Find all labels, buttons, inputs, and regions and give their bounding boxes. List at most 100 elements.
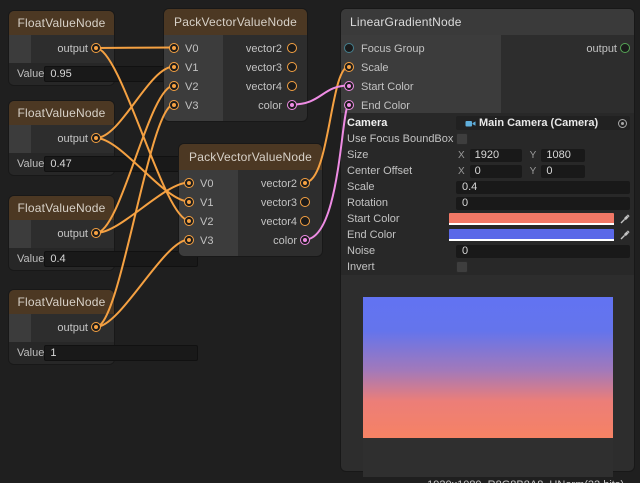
end-color-swatch[interactable] [449, 229, 614, 241]
gradient-end-color-port[interactable] [344, 100, 354, 110]
node-title[interactable]: PackVectorValueNode [179, 144, 322, 170]
linear-gradient-node[interactable]: LinearGradientNode Focus Group Scale Sta… [340, 8, 635, 472]
alpha-bar [449, 223, 614, 225]
camera-object-field[interactable]: Main Camera (Camera) [456, 116, 630, 130]
x-axis-label: X [458, 150, 465, 161]
scale-row: Scale [347, 179, 630, 195]
node-title[interactable]: PackVectorValueNode [164, 9, 307, 35]
gradient-focus-group-port[interactable] [344, 43, 354, 53]
output-port-label: color [273, 235, 297, 247]
node-input-panel [9, 314, 31, 342]
use-focus-boundbox-row: Use Focus BoundBox [347, 131, 630, 147]
scale-label: Scale [347, 181, 456, 193]
start-color-row: Start Color [347, 211, 630, 227]
invert-checkbox[interactable] [456, 261, 468, 273]
output-port-label: output [57, 43, 88, 55]
end-color-row: End Color [347, 227, 630, 243]
input-port-label: V1 [200, 197, 213, 209]
x-axis-label: X [458, 166, 465, 177]
value-input[interactable] [44, 156, 198, 172]
start-color-label: Start Color [347, 213, 449, 225]
rotation-label: Rotation [347, 197, 456, 209]
input-port-label: V2 [200, 216, 213, 228]
gradient-preview-image [363, 297, 613, 438]
node-title[interactable]: FloatValueNode [9, 101, 114, 125]
packB-vector2-port[interactable] [300, 178, 310, 188]
noise-label: Noise [347, 245, 456, 257]
packA-vector4-port[interactable] [287, 81, 297, 91]
gradient-start-color-port[interactable] [344, 81, 354, 91]
output-port-label: output [57, 322, 88, 334]
center-offset-label: Center Offset [347, 165, 456, 177]
output-port-label: output [586, 43, 617, 55]
eyedropper-icon[interactable] [620, 214, 630, 224]
value-input[interactable] [44, 345, 198, 361]
object-picker-icon[interactable] [618, 119, 627, 128]
end-color-label: End Color [347, 229, 449, 241]
float1-output-port[interactable] [91, 43, 101, 53]
node-title[interactable]: FloatValueNode [9, 290, 114, 314]
camera-icon [465, 119, 476, 128]
node-title[interactable]: FloatValueNode [9, 196, 114, 220]
noise-row: Noise [347, 243, 630, 259]
y-axis-label: Y [530, 166, 537, 177]
value-label: Value [9, 347, 44, 359]
eyedropper-icon[interactable] [620, 230, 630, 240]
output-port-label: vector3 [261, 197, 297, 209]
node-inspector: Camera Main Camera (Camera) Use Focus Bo… [341, 113, 634, 275]
packA-color-port[interactable] [287, 100, 297, 110]
packB-v0-port[interactable] [184, 178, 194, 188]
input-port-label: V0 [200, 178, 213, 190]
size-y-input[interactable] [541, 149, 585, 162]
value-label: Value [9, 68, 44, 80]
input-port-label: V3 [185, 100, 198, 112]
packA-v0-port[interactable] [169, 43, 179, 53]
input-port-label: V0 [185, 43, 198, 55]
packA-v2-port[interactable] [169, 81, 179, 91]
packA-v3-port[interactable] [169, 100, 179, 110]
packB-v1-port[interactable] [184, 197, 194, 207]
output-port-label: output [57, 133, 88, 145]
packB-vector4-port[interactable] [300, 216, 310, 226]
rotation-row: Rotation [347, 195, 630, 211]
node-title[interactable]: FloatValueNode [9, 11, 114, 35]
camera-label: Camera [347, 117, 456, 129]
node-input-panel [9, 35, 31, 63]
invert-row: Invert [347, 259, 630, 275]
size-row: Size X Y [347, 147, 630, 163]
packA-vector3-port[interactable] [287, 62, 297, 72]
output-port-label: vector4 [261, 216, 297, 228]
packB-color-port[interactable] [300, 235, 310, 245]
gradient-output-port[interactable] [620, 43, 630, 53]
node-title[interactable]: LinearGradientNode [341, 9, 634, 35]
packB-v3-port[interactable] [184, 235, 194, 245]
start-color-swatch[interactable] [449, 213, 614, 225]
value-label: Value [9, 158, 44, 170]
output-port-label: color [258, 100, 282, 112]
center-offset-y-input[interactable] [541, 165, 585, 178]
input-port-label: V2 [185, 81, 198, 93]
output-port-label: vector4 [246, 81, 282, 93]
use-focus-boundbox-checkbox[interactable] [456, 133, 468, 145]
packA-v1-port[interactable] [169, 62, 179, 72]
packB-v2-port[interactable] [184, 216, 194, 226]
node-editor-canvas[interactable]: FloatValueNode output Value FloatValueNo… [0, 0, 640, 483]
alpha-bar [449, 239, 614, 241]
packB-vector3-port[interactable] [300, 197, 310, 207]
center-offset-x-input[interactable] [470, 165, 522, 178]
float2-output-port[interactable] [91, 133, 101, 143]
size-x-input[interactable] [470, 149, 522, 162]
output-port-label: vector3 [246, 62, 282, 74]
gradient-scale-port[interactable] [344, 62, 354, 72]
size-label: Size [347, 149, 456, 161]
scale-input[interactable] [456, 181, 630, 194]
packA-vector2-port[interactable] [287, 43, 297, 53]
noise-input[interactable] [456, 245, 630, 258]
float4-output-port[interactable] [91, 322, 101, 332]
rotation-input[interactable] [456, 197, 630, 210]
value-input[interactable] [44, 251, 198, 267]
camera-object-name: Main Camera (Camera) [479, 117, 618, 129]
preview-caption: 1920x1080, R8G8B8A8_UNorm(32 bits) [341, 477, 634, 483]
float3-output-port[interactable] [91, 228, 101, 238]
input-port-label: Scale [361, 62, 389, 74]
